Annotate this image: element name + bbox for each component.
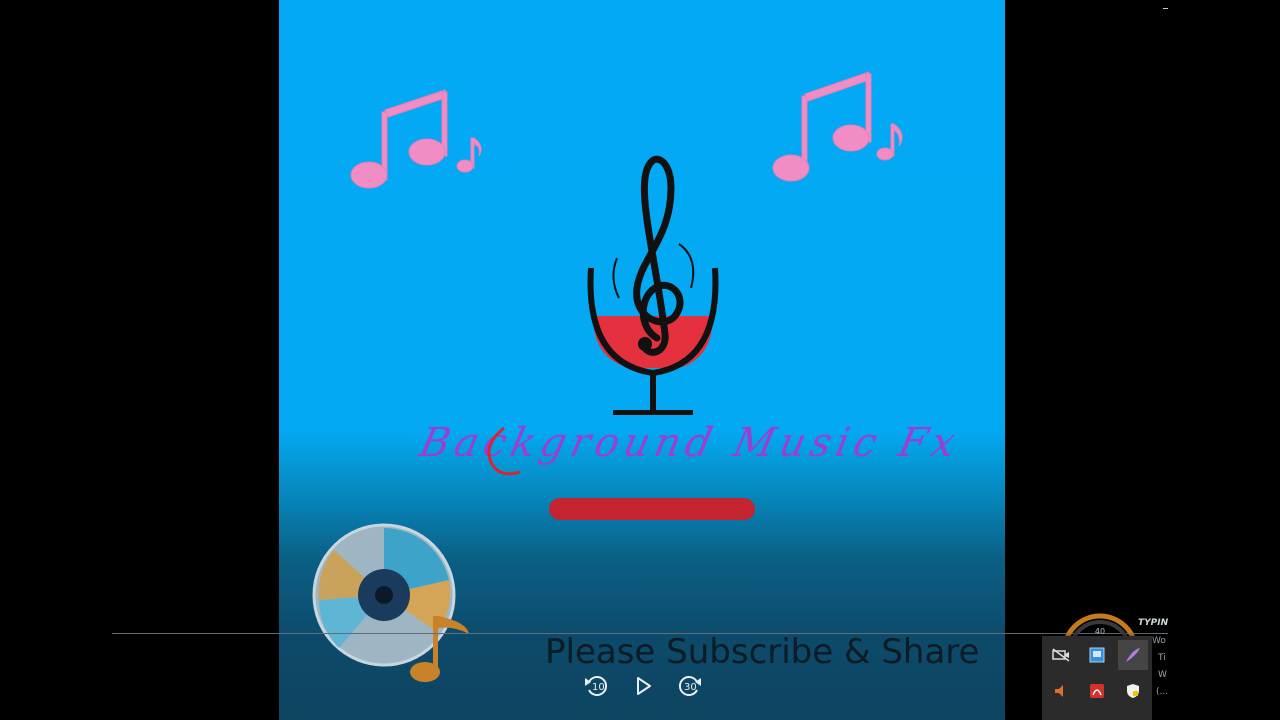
rewind-button[interactable]: 10	[583, 672, 611, 700]
minimize-mark[interactable]	[1163, 8, 1168, 9]
music-notes-right-icon	[772, 71, 903, 182]
security-shield-icon[interactable]	[1118, 676, 1148, 706]
seek-bar[interactable]	[112, 633, 1168, 634]
gadget-line-4: (...	[1156, 687, 1169, 697]
subscribe-message: Please Subscribe & Share	[545, 632, 980, 672]
gadget-line-3: W	[1158, 670, 1167, 680]
feather-pen-icon[interactable]	[1118, 640, 1148, 670]
play-icon	[637, 677, 651, 695]
treble-clef-wine-glass-logo	[587, 155, 719, 415]
network-icon[interactable]	[1082, 640, 1112, 670]
speaker-icon[interactable]	[1046, 676, 1076, 706]
pdf-reader-icon[interactable]	[1082, 676, 1112, 706]
rewind-seconds-label: 10	[592, 682, 605, 693]
title-underline-bar	[549, 498, 755, 520]
typing-gadget-label: TYPING	[1138, 618, 1168, 628]
gadget-line-1: Wo	[1152, 636, 1166, 646]
system-tray-overflow	[1042, 636, 1152, 720]
title-swash-decoration	[487, 426, 521, 476]
video-frame[interactable]: Background Music Fx Please Subscribe & S…	[279, 0, 1005, 720]
orange-music-note-icon	[410, 616, 469, 682]
player-controls: 10 30	[583, 672, 703, 700]
play-button[interactable]	[629, 672, 657, 700]
hidden-camera-icon[interactable]	[1046, 640, 1076, 670]
forward-seconds-label: 30	[684, 682, 697, 693]
forward-button[interactable]: 30	[675, 672, 703, 700]
gauge-value: 40	[1095, 627, 1105, 636]
gadget-line-2: Ti	[1158, 653, 1166, 663]
music-notes-left-icon	[350, 89, 482, 189]
